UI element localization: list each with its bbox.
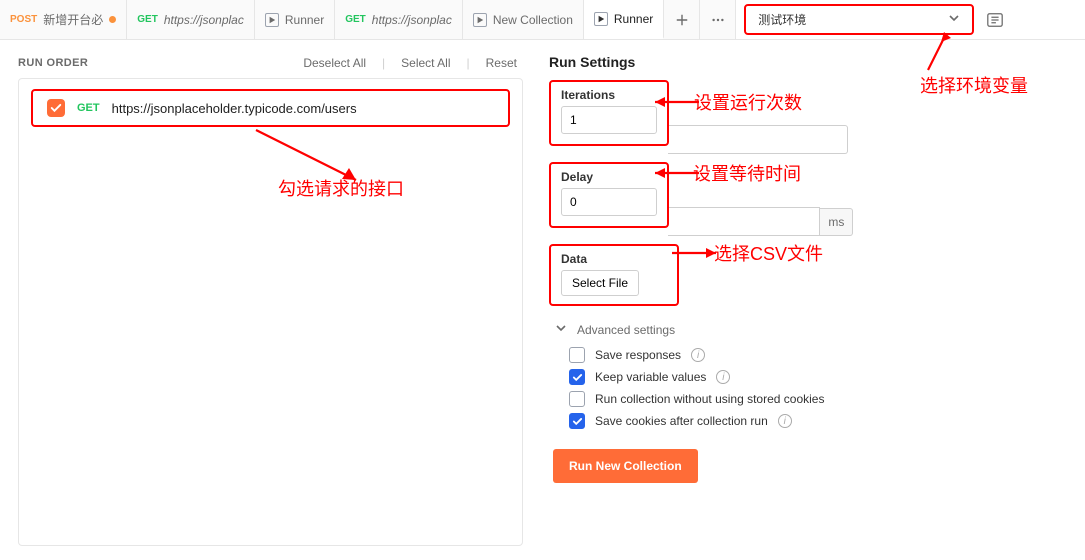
tab-label: 新增开台必 [43,11,103,28]
run-order-actions: Deselect All | Select All | Reset [297,54,523,72]
environment-selected-label: 测试环境 [758,11,806,28]
option-save-cookies[interactable]: Save cookies after collection run i [569,413,1067,429]
iterations-input-visible-remainder[interactable] [668,125,848,154]
option-no-cookies[interactable]: Run collection without using stored cook… [569,391,1067,407]
new-tab-button[interactable] [664,0,700,39]
select-file-button[interactable]: Select File [561,270,639,296]
chevron-down-icon [555,322,567,337]
checkbox[interactable] [569,347,585,363]
run-order-panel: RUN ORDER Deselect All | Select All | Re… [18,54,523,546]
http-method-badge: POST [10,14,37,25]
info-icon[interactable]: i [716,370,730,384]
checkbox[interactable] [569,369,585,385]
environment-selector[interactable]: 测试环境 [744,4,974,35]
delay-unit: ms [820,208,853,236]
dirty-dot-icon [109,16,116,23]
tab-label: Runner [285,13,324,27]
tab-request-1[interactable]: GET https://jsonplac [127,0,255,39]
chevron-down-icon [948,12,960,27]
request-row[interactable]: GET https://jsonplaceholder.typicode.com… [31,89,510,127]
checkbox[interactable] [569,413,585,429]
option-label: Save cookies after collection run [595,414,768,428]
data-label: Data [561,252,667,266]
tab-label: Runner [614,12,653,26]
deselect-all-button[interactable]: Deselect All [297,54,372,72]
separator: | [376,54,391,72]
tab-label: New Collection [493,13,573,27]
tab-label: https://jsonplac [164,13,244,27]
iterations-input[interactable] [561,106,657,134]
tab-runner-4[interactable]: New Collection [463,0,584,39]
request-checkbox[interactable] [47,99,65,117]
tab-request-3[interactable]: GET https://jsonplac [335,0,463,39]
option-label: Run collection without using stored cook… [595,392,824,406]
runner-main: RUN ORDER Deselect All | Select All | Re… [0,40,1085,560]
delay-input[interactable] [561,188,657,216]
tab-bar: POST 新增开台必 GET https://jsonplac Runner G… [0,0,1085,40]
info-icon[interactable]: i [778,414,792,428]
checkbox[interactable] [569,391,585,407]
tab-label: https://jsonplac [372,13,452,27]
data-field-group: Data Select File [549,244,679,306]
option-save-responses[interactable]: Save responses i [569,347,1067,363]
tab-runner-5[interactable]: Runner [584,0,664,39]
select-all-button[interactable]: Select All [395,54,456,72]
tab-runner-2[interactable]: Runner [255,0,335,39]
advanced-settings-toggle[interactable]: Advanced settings [555,322,1067,337]
option-keep-vars[interactable]: Keep variable values i [569,369,1067,385]
info-icon[interactable]: i [691,348,705,362]
http-method-badge: GET [137,14,158,25]
runner-icon [265,13,279,27]
run-order-title: RUN ORDER [18,57,88,69]
http-method-badge: GET [77,102,100,114]
tab-overflow-button[interactable] [700,0,736,39]
run-settings-panel: Run Settings Iterations Delay ms Data Se… [549,54,1067,546]
reset-order-button[interactable]: Reset [480,54,523,72]
delay-field-group: Delay [549,162,669,228]
tab-request-0[interactable]: POST 新增开台必 [0,0,127,39]
delay-label: Delay [561,170,657,184]
iterations-field-group: Iterations [549,80,669,146]
runner-icon [594,12,608,26]
runner-icon [473,13,487,27]
environment-quicklook-button[interactable] [980,0,1010,39]
run-settings-title: Run Settings [549,54,1067,70]
iterations-label: Iterations [561,88,657,102]
separator: | [461,54,476,72]
request-url: https://jsonplaceholder.typicode.com/use… [112,101,357,116]
advanced-settings-label: Advanced settings [577,323,675,337]
run-order-list: GET https://jsonplaceholder.typicode.com… [18,78,523,546]
option-label: Save responses [595,348,681,362]
delay-input-remainder[interactable] [668,207,820,236]
run-collection-button[interactable]: Run New Collection [553,449,698,483]
option-label: Keep variable values [595,370,706,384]
http-method-badge: GET [345,14,366,25]
